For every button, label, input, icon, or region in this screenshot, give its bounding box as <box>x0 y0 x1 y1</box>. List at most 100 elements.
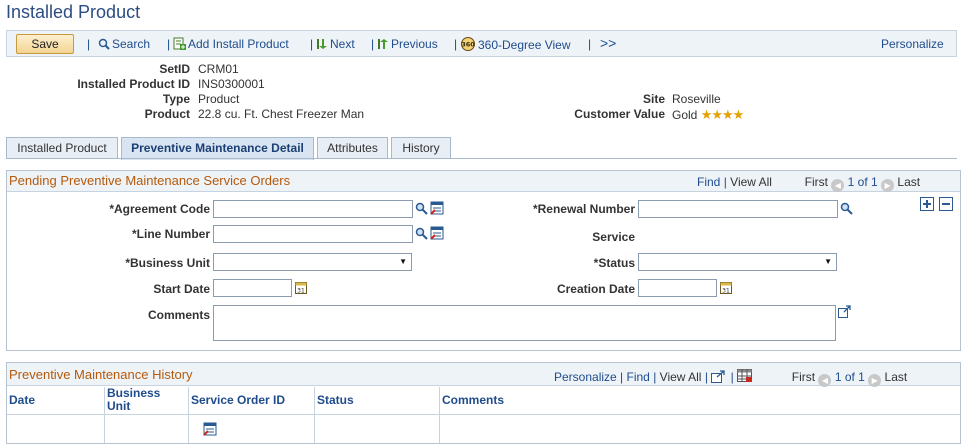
360-view-icon: 360 <box>461 37 475 51</box>
history-personalize-link[interactable]: Personalize <box>554 370 617 384</box>
product-value: 22.8 cu. Ft. Chest Freezer Man <box>198 107 365 121</box>
next-arrow-icon <box>317 39 327 49</box>
chevron-down-icon: ▼ <box>824 257 832 266</box>
history-view-all-link[interactable]: View All <box>660 370 702 384</box>
360-degree-view-link[interactable]: 360 360-Degree View <box>460 37 571 52</box>
agreement-code-input[interactable] <box>213 200 413 218</box>
history-nav-separator: | <box>704 370 708 384</box>
new-window-icon[interactable] <box>711 370 725 383</box>
installed-product-id-value: INS0300001 <box>198 77 265 91</box>
pending-find-link[interactable]: Find <box>697 175 720 189</box>
toolbar-separator: | <box>310 37 314 51</box>
installed-product-id-label: Installed Product ID <box>77 77 190 91</box>
history-range: 1 of 1 <box>834 370 865 384</box>
tab-installed-product[interactable]: Installed Product <box>6 137 118 159</box>
comments-textarea[interactable] <box>213 305 836 341</box>
previous-link[interactable]: Previous <box>377 37 438 51</box>
pending-nav-separator: | <box>723 175 727 189</box>
previous-arrow-icon <box>378 39 388 49</box>
expand-textarea-icon[interactable] <box>838 305 851 318</box>
history-find-link[interactable]: Find <box>627 370 650 384</box>
creation-date-label: Creation Date <box>556 282 635 296</box>
pm-history-navigation: Personalize | Find | View All | | First … <box>554 369 907 387</box>
previous-label: Previous <box>391 37 438 51</box>
column-header-date[interactable]: Date <box>9 393 36 407</box>
pending-prev-icon[interactable]: ◀ <box>831 179 845 192</box>
svg-text:31: 31 <box>297 288 305 295</box>
pending-next-icon[interactable]: ▶ <box>881 179 895 192</box>
more-actions-link[interactable]: >> <box>600 35 616 51</box>
pending-first-label: First <box>804 175 828 189</box>
pending-view-all-link[interactable]: View All <box>730 175 772 189</box>
start-date-label: Start Date <box>153 282 210 296</box>
product-label: Product <box>144 107 190 121</box>
toolbar-separator: | <box>167 37 171 51</box>
download-grid-icon[interactable] <box>737 369 753 383</box>
pending-pm-navigation: Find | View All First ◀ 1 of 1 ▶ Last <box>697 175 920 192</box>
column-header-status[interactable]: Status <box>317 393 354 407</box>
site-value: Roseville <box>672 92 721 106</box>
search-link[interactable]: Search <box>98 37 150 51</box>
pending-pm-title: Pending Preventive Maintenance Service O… <box>9 173 291 188</box>
next-link[interactable]: Next <box>316 37 355 51</box>
line-number-input[interactable] <box>213 225 413 243</box>
line-number-lookup-icon[interactable] <box>415 227 428 240</box>
history-next-icon[interactable]: ▶ <box>868 374 882 387</box>
add-install-product-link[interactable]: Add Install Product <box>173 37 289 51</box>
column-header-business-unit[interactable]: Business Unit <box>107 387 177 413</box>
search-icon <box>98 38 110 50</box>
status-label: *Status <box>593 256 635 270</box>
add-document-icon <box>173 37 186 50</box>
history-prev-icon[interactable]: ◀ <box>818 374 832 387</box>
table-row <box>7 416 960 443</box>
line-number-label: *Line Number <box>131 227 210 241</box>
add-install-product-label: Add Install Product <box>188 37 289 51</box>
history-nav-separator: | <box>730 370 734 384</box>
service-order-detail-icon[interactable] <box>203 422 217 436</box>
history-last-label: Last <box>884 370 908 384</box>
360-degree-view-label: 360-Degree View <box>478 38 571 52</box>
start-date-input[interactable] <box>213 279 292 297</box>
line-number-detail-icon[interactable] <box>430 226 444 240</box>
service-label: Service <box>592 230 635 244</box>
renewal-number-lookup-icon[interactable] <box>840 202 853 215</box>
agreement-code-label: *Agreement Code <box>109 202 210 216</box>
creation-date-input[interactable] <box>638 279 717 297</box>
history-nav-separator: | <box>620 370 624 384</box>
agreement-code-detail-icon[interactable] <box>430 201 444 215</box>
column-header-comments[interactable]: Comments <box>442 393 505 407</box>
column-header-service-order-id[interactable]: Service Order ID <box>191 393 286 407</box>
tab-attributes[interactable]: Attributes <box>317 137 388 159</box>
toolbar: Save | Search | Add Install Product | Ne… <box>6 30 957 57</box>
star-rating-icon: ★★★★ <box>700 107 745 122</box>
renewal-number-input[interactable] <box>638 200 838 218</box>
renewal-number-label: *Renewal Number <box>532 202 635 216</box>
personalize-link[interactable]: Personalize <box>881 37 944 51</box>
search-label: Search <box>112 37 151 51</box>
save-button[interactable]: Save <box>16 34 74 54</box>
type-label: Type <box>162 92 190 106</box>
comments-label: Comments <box>147 308 210 322</box>
agreement-code-lookup-icon[interactable] <box>415 202 428 215</box>
svg-text:360: 360 <box>461 41 475 49</box>
site-label: Site <box>642 92 665 106</box>
page-title: Installed Product <box>6 2 141 22</box>
tab-history[interactable]: History <box>391 137 451 159</box>
toolbar-separator: | <box>454 37 458 51</box>
delete-row-icon[interactable] <box>939 197 953 211</box>
creation-date-calendar-icon[interactable]: 31 <box>720 281 732 294</box>
toolbar-separator: | <box>588 37 592 51</box>
history-first-label: First <box>791 370 816 384</box>
business-unit-label: *Business Unit <box>125 256 210 270</box>
customer-value-text: Gold <box>672 108 698 122</box>
start-date-calendar-icon[interactable]: 31 <box>295 281 307 294</box>
customer-value-label: Customer Value <box>574 107 665 121</box>
business-unit-select[interactable]: ▼ <box>213 253 412 271</box>
toolbar-separator: | <box>87 37 91 51</box>
tab-preventive-maintenance-detail[interactable]: Preventive Maintenance Detail <box>121 137 314 160</box>
customer-value-value: Gold ★★★★ <box>672 107 745 123</box>
status-select[interactable]: ▼ <box>638 253 837 271</box>
add-row-icon[interactable] <box>920 197 934 211</box>
history-nav-separator: | <box>653 370 657 384</box>
setid-value: CRM01 <box>198 62 239 76</box>
